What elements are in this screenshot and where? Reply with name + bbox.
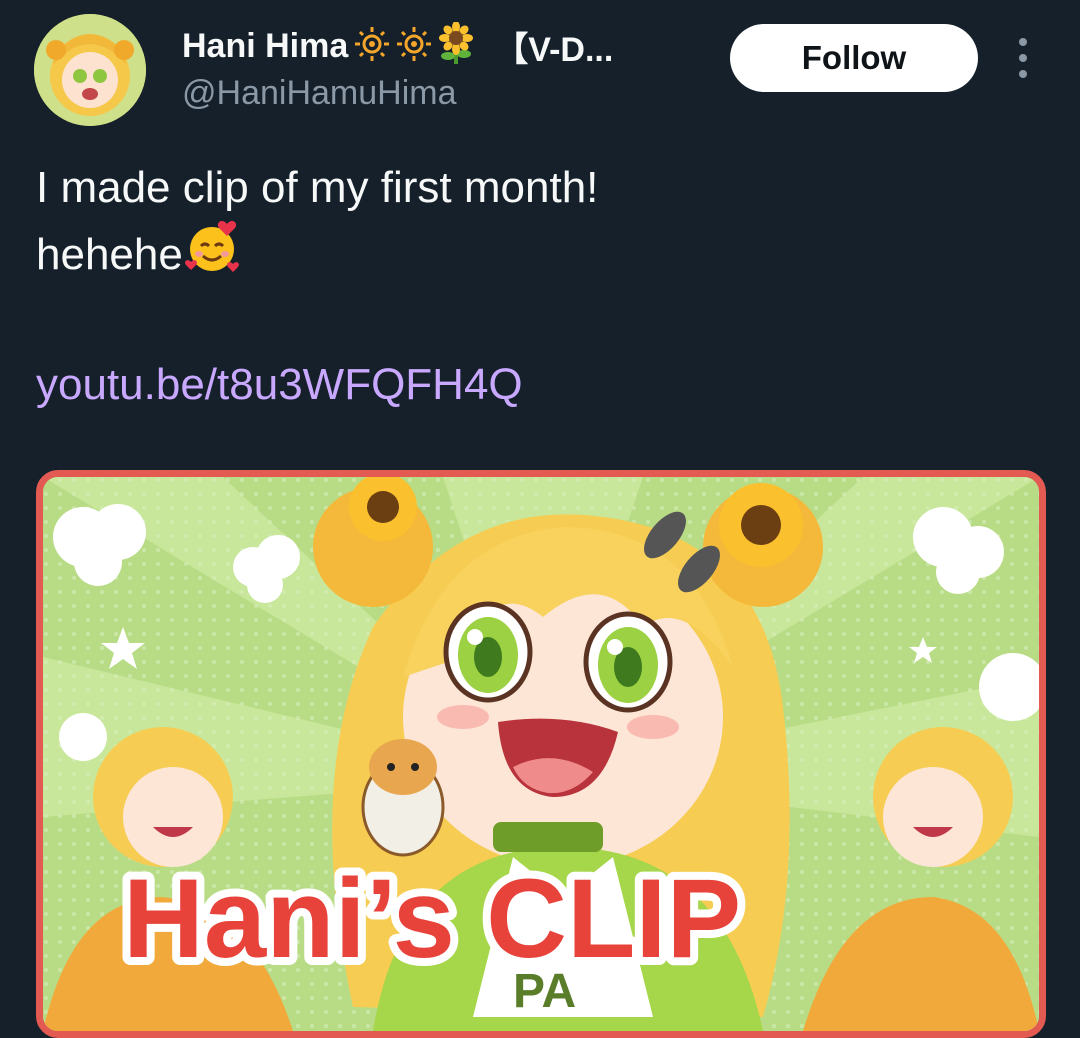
avatar-image [34,14,146,126]
thumbnail-title-part-1: Hani [123,856,366,981]
tweet-text-line-2: hehehe [36,218,598,292]
tweet-text: I made clip of my first month! hehehe [36,158,598,292]
author-handle[interactable]: @HaniHamuHima [182,74,456,113]
tweet-text-line-2-text: hehehe [36,230,183,279]
author-name-suffix: 【V-D... [494,31,614,69]
svg-text:Hani’s CLIP: Hani’s CLIP [123,856,741,981]
more-vertical-icon [1019,38,1027,46]
more-options-button[interactable] [1006,38,1040,78]
follow-button[interactable]: Follow [730,24,978,92]
author-name-row[interactable]: Hani Hima 【V-D... [182,21,614,71]
thumbnail-title-part-2: ’s CLIP [366,856,741,981]
tweet-text-line-1: I made clip of my first month! [36,163,599,212]
tweet-link[interactable]: youtu.be/t8u3WFQFH4Q [36,360,523,410]
sun-icon [396,26,432,67]
avatar[interactable] [34,14,146,126]
sun-icon [354,26,390,67]
smiling-face-with-hearts-icon [183,218,241,292]
sunflower-icon [438,21,474,71]
video-thumbnail[interactable]: PA Hani’s CLIP Hani’s CLIP [36,470,1046,1038]
author-display-name[interactable]: Hani Hima [182,27,348,66]
thumbnail-artwork: PA Hani’s CLIP Hani’s CLIP [43,477,1039,1031]
sunflower-right [719,483,803,567]
